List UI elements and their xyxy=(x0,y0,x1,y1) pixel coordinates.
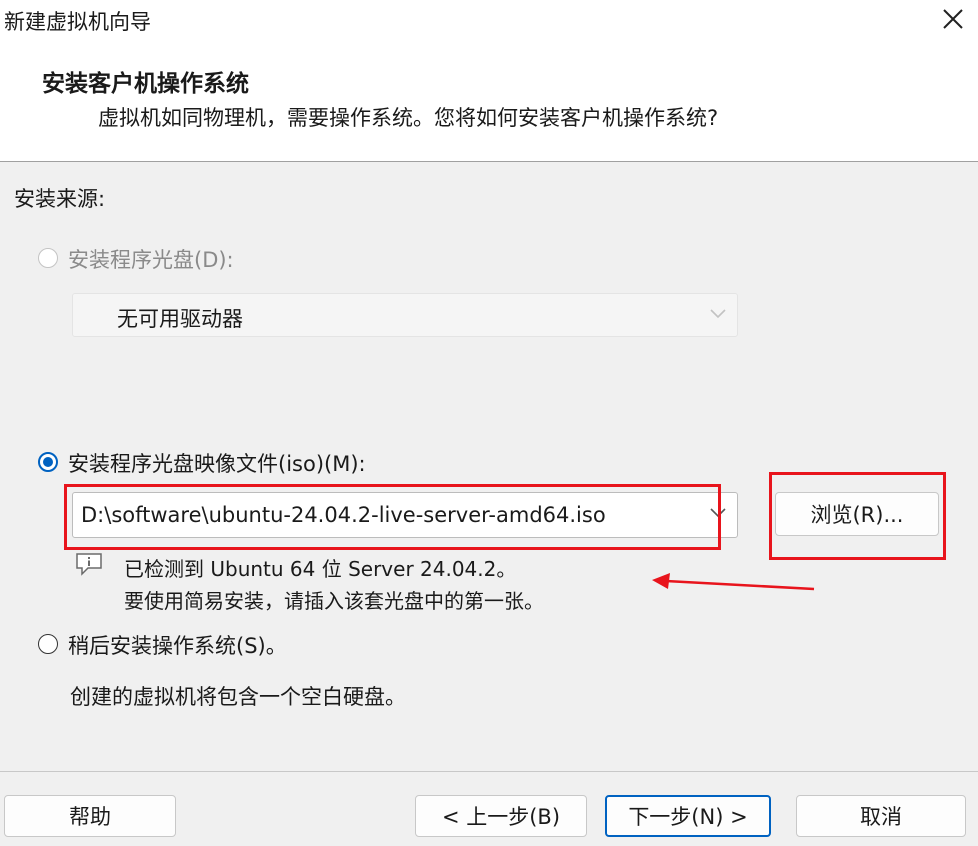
annotation-arrow xyxy=(652,573,815,591)
